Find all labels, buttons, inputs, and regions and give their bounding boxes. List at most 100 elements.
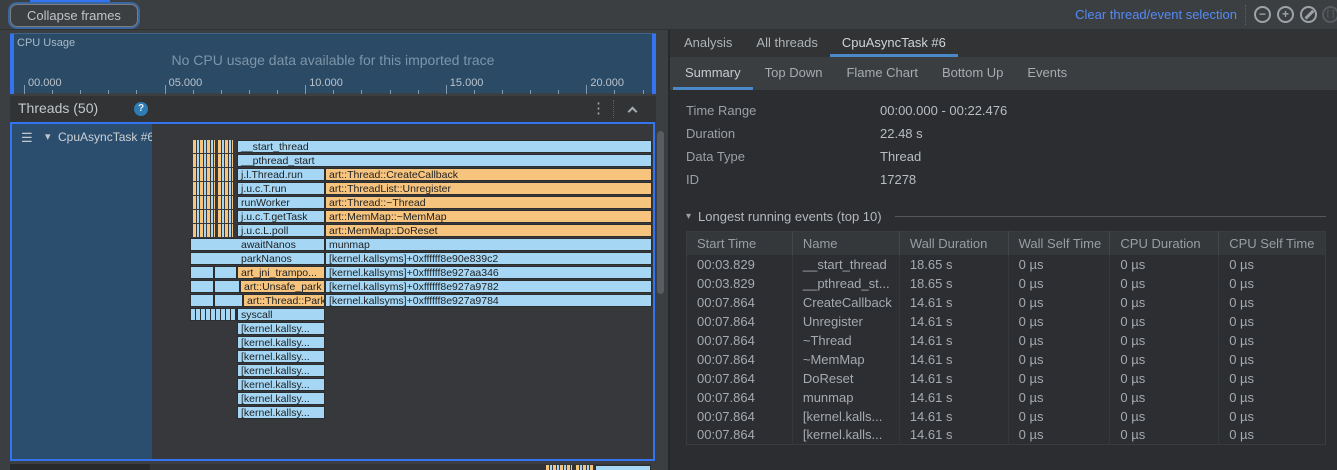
subtab-top-down[interactable]: Top Down bbox=[753, 57, 835, 90]
flame-frame[interactable]: [kernel.kallsyms]+0xffffff8e90e839c2 bbox=[325, 252, 652, 265]
flame-frame[interactable]: parkNanos bbox=[190, 252, 325, 265]
flame-frame-fragment[interactable] bbox=[214, 294, 243, 307]
flame-frame-fragment[interactable] bbox=[214, 266, 237, 279]
next-thread-flame[interactable] bbox=[150, 464, 651, 470]
flame-frame-fragment[interactable] bbox=[190, 280, 214, 293]
flame-frame[interactable]: art::Unsafe_park bbox=[240, 280, 325, 293]
events-row[interactable]: 00:07.864CreateCallback14.61 s0 µs0 µs0 … bbox=[687, 293, 1326, 312]
flame-frame[interactable]: [kernel.kallsy... bbox=[237, 378, 325, 391]
help-icon[interactable]: ? bbox=[134, 102, 148, 116]
flame-frame[interactable]: runWorker bbox=[237, 196, 325, 209]
thread-name-panel[interactable]: ☰ ▾ CpuAsyncTask #6 bbox=[12, 124, 152, 459]
section-arrow-icon[interactable]: ▾ bbox=[686, 211, 691, 222]
zoom-in-icon[interactable]: + bbox=[1277, 6, 1294, 23]
flame-frame[interactable]: [kernel.kallsy... bbox=[237, 322, 325, 335]
flame-frame[interactable]: [kernel.kallsy... bbox=[237, 364, 325, 377]
events-column-header[interactable]: Start Time bbox=[687, 232, 793, 255]
events-section-header[interactable]: ▾ Longest running events (top 10) bbox=[686, 209, 1326, 224]
events-column-header[interactable]: Wall Duration bbox=[899, 232, 1008, 255]
flame-frame[interactable]: [kernel.kallsy... bbox=[237, 350, 325, 363]
subtab-bottom-up[interactable]: Bottom Up bbox=[930, 57, 1015, 90]
events-column-header[interactable]: CPU Self Time bbox=[1219, 232, 1326, 255]
subtab-flame-chart[interactable]: Flame Chart bbox=[834, 57, 930, 90]
events-column-header[interactable]: CPU Duration bbox=[1110, 232, 1219, 255]
flame-frame[interactable]: [kernel.kallsyms]+0xffffff8e927aa346 bbox=[325, 266, 652, 279]
tab-all-threads[interactable]: All threads bbox=[744, 30, 829, 57]
flame-frame[interactable]: [kernel.kallsy... bbox=[237, 336, 325, 349]
events-column-header[interactable]: Wall Self Time bbox=[1008, 232, 1110, 255]
events-row[interactable]: 00:07.864Unregister14.61 s0 µs0 µs0 µs bbox=[687, 312, 1326, 331]
flame-frame-fragment[interactable] bbox=[218, 196, 233, 209]
expand-arrow-icon[interactable]: ▾ bbox=[45, 130, 51, 143]
more-options-icon[interactable]: ⋮ bbox=[591, 99, 606, 117]
flame-frame[interactable]: j.u.c.T.run bbox=[237, 182, 325, 195]
flame-frame[interactable]: art_jni_trampo... bbox=[237, 266, 325, 279]
flame-frame-fragment[interactable] bbox=[190, 308, 237, 321]
flame-frame[interactable]: munmap bbox=[325, 238, 652, 251]
thread-track[interactable]: ☰ ▾ CpuAsyncTask #6 __start_thread__pthr… bbox=[10, 122, 655, 461]
next-thread-track[interactable] bbox=[10, 464, 655, 470]
threads-scrollbar[interactable] bbox=[657, 131, 664, 294]
flame-frame-fragment[interactable] bbox=[218, 140, 233, 153]
flame-frame-fragment[interactable] bbox=[214, 280, 240, 293]
cpu-usage-panel[interactable]: CPU Usage No CPU usage data available fo… bbox=[10, 33, 656, 93]
analysis-tabs: AnalysisAll threadsCpuAsyncTask #6 bbox=[670, 30, 1337, 57]
flame-frame-fragment[interactable] bbox=[595, 465, 651, 470]
flame-frame-fragment[interactable] bbox=[218, 154, 233, 167]
flame-frame[interactable]: art::Thread::~Thread bbox=[325, 196, 652, 209]
flame-frame[interactable]: __start_thread bbox=[237, 140, 652, 153]
flame-frame[interactable]: art::Thread::Park bbox=[243, 294, 325, 307]
flame-frame[interactable]: art::Thread::CreateCallback bbox=[325, 168, 652, 181]
flame-chart[interactable]: __start_thread__pthread_startj.l.Thread.… bbox=[152, 124, 653, 459]
flame-frame-fragment[interactable] bbox=[193, 182, 215, 195]
flame-frame[interactable]: syscall bbox=[237, 308, 325, 321]
flame-frame-fragment[interactable] bbox=[218, 210, 233, 223]
clear-selection-link[interactable]: Clear thread/event selection bbox=[1075, 7, 1237, 22]
tab-analysis[interactable]: Analysis bbox=[672, 30, 744, 57]
flame-frame[interactable]: __pthread_start bbox=[237, 154, 652, 167]
events-row[interactable]: 00:07.864DoReset14.61 s0 µs0 µs0 µs bbox=[687, 369, 1326, 388]
flame-frame-fragment[interactable] bbox=[218, 224, 233, 237]
flame-frame-fragment[interactable] bbox=[193, 210, 215, 223]
collapse-section-icon[interactable] bbox=[625, 104, 641, 118]
events-row[interactable]: 00:07.864[kernel.kalls...14.61 s0 µs0 µs… bbox=[687, 407, 1326, 426]
events-row[interactable]: 00:07.864~Thread14.61 s0 µs0 µs0 µs bbox=[687, 331, 1326, 350]
reset-zoom-icon[interactable] bbox=[1300, 6, 1317, 23]
flame-frame[interactable]: [kernel.kallsy... bbox=[237, 406, 325, 419]
flame-frame-fragment[interactable] bbox=[193, 168, 215, 181]
flame-frame-fragment[interactable] bbox=[193, 154, 215, 167]
flame-frame-fragment[interactable] bbox=[218, 182, 233, 195]
events-column-header[interactable]: Name bbox=[792, 232, 899, 255]
events-row[interactable]: 00:07.864[kernel.kalls...14.61 s0 µs0 µs… bbox=[687, 426, 1326, 445]
flame-frame[interactable]: art::MemMap::DoReset bbox=[325, 224, 652, 237]
subtab-events[interactable]: Events bbox=[1015, 57, 1079, 90]
flame-frame-fragment[interactable] bbox=[218, 168, 233, 181]
events-row[interactable]: 00:03.829__pthread_st...18.65 s0 µs0 µs0… bbox=[687, 274, 1326, 293]
flame-frame-fragment[interactable] bbox=[193, 224, 215, 237]
flame-frame[interactable]: [kernel.kallsyms]+0xffffff8e927a9782 bbox=[325, 280, 652, 293]
events-row[interactable]: 00:03.829__start_thread18.65 s0 µs0 µs0 … bbox=[687, 255, 1326, 274]
flame-frame[interactable]: art::ThreadList::Unregister bbox=[325, 182, 652, 195]
flame-frame-fragment[interactable] bbox=[190, 294, 214, 307]
collapse-frames-button[interactable]: Collapse frames bbox=[10, 4, 138, 27]
flame-frame[interactable]: j.u.c.T.getTask bbox=[237, 210, 325, 223]
drag-handle-icon[interactable]: ☰ bbox=[21, 130, 33, 146]
flame-frame[interactable]: awaitNanos bbox=[190, 238, 325, 251]
flame-frame-fragment[interactable] bbox=[190, 266, 214, 279]
flame-frame-fragment[interactable] bbox=[193, 140, 215, 153]
zoom-out-icon[interactable]: − bbox=[1254, 6, 1271, 23]
flame-frame-fragment[interactable] bbox=[193, 196, 215, 209]
flame-frame[interactable]: j.u.c.L.poll bbox=[237, 224, 325, 237]
flame-frame-fragment[interactable] bbox=[546, 465, 572, 470]
flame-frame[interactable]: [kernel.kallsyms]+0xffffff8e927a9784 bbox=[325, 294, 652, 307]
subtab-summary[interactable]: Summary bbox=[673, 57, 753, 90]
flame-frame[interactable]: art::MemMap::~MemMap bbox=[325, 210, 652, 223]
flame-frame[interactable]: j.l.Thread.run bbox=[237, 168, 325, 181]
events-row[interactable]: 00:07.864munmap14.61 s0 µs0 µs0 µs bbox=[687, 388, 1326, 407]
flame-frame-fragment[interactable] bbox=[576, 465, 594, 470]
next-thread-name-panel[interactable] bbox=[10, 464, 150, 470]
events-row[interactable]: 00:07.864~MemMap14.61 s0 µs0 µs0 µs bbox=[687, 350, 1326, 369]
flame-frame[interactable]: [kernel.kallsy... bbox=[237, 392, 325, 405]
tab-cpuasynctask-6[interactable]: CpuAsyncTask #6 bbox=[830, 30, 958, 57]
events-cell: 00:07.864 bbox=[687, 426, 793, 445]
